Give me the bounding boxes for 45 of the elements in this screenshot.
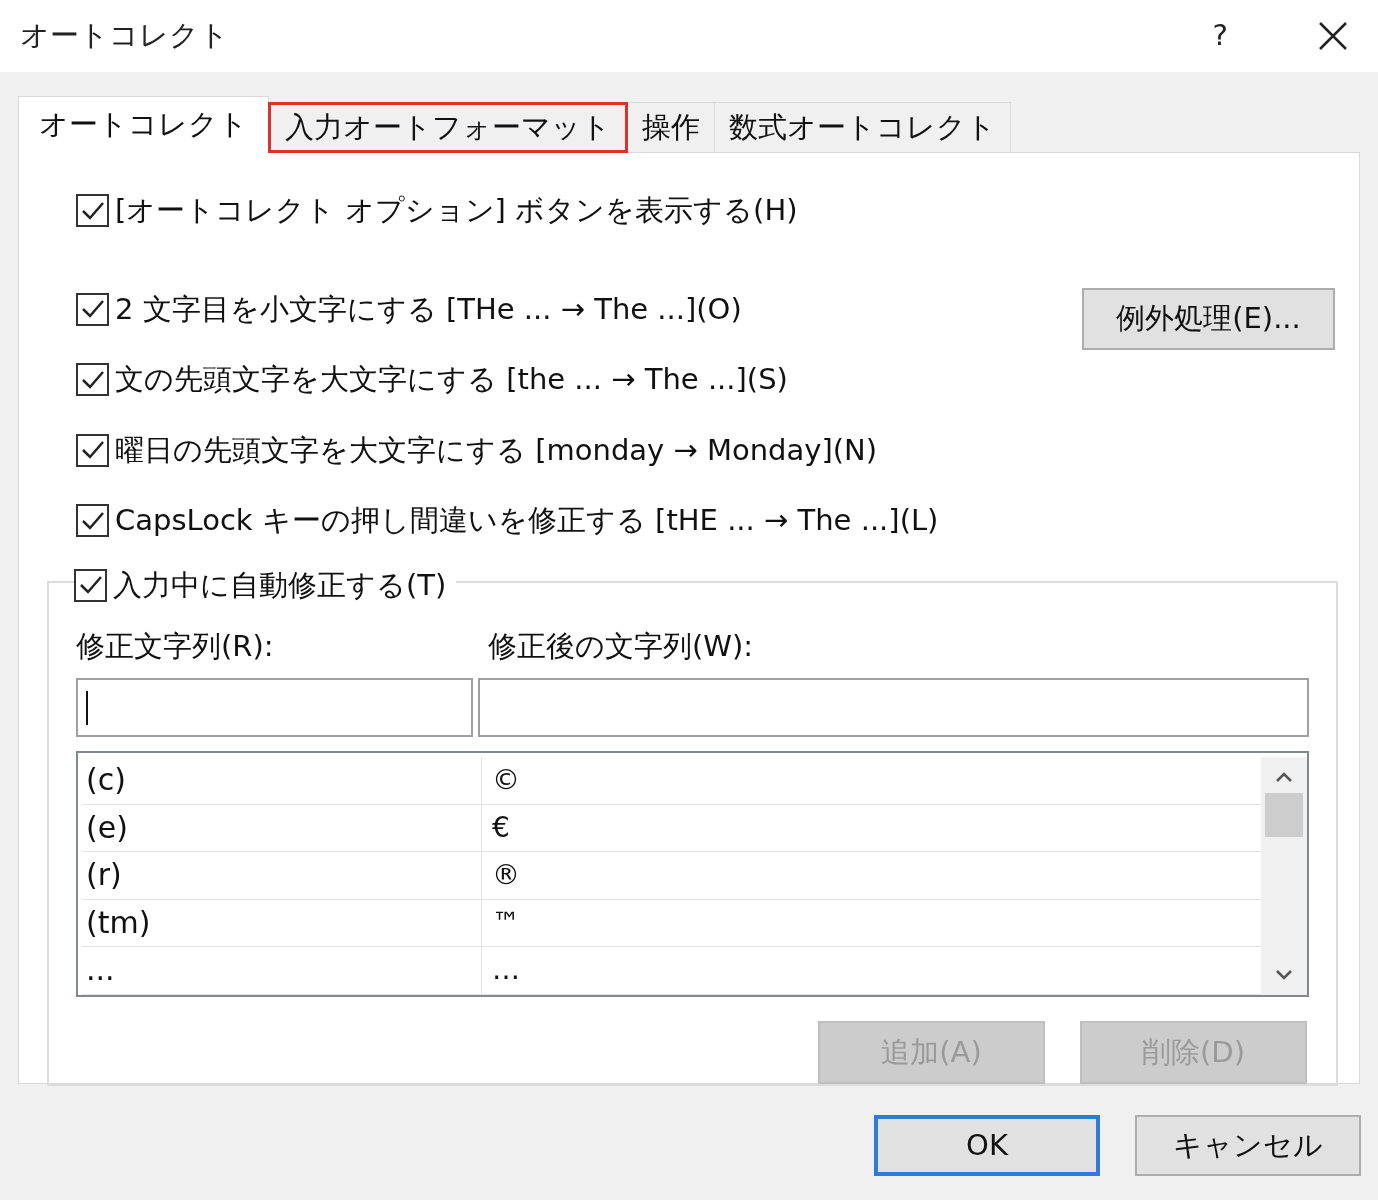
- checkbox[interactable]: [76, 363, 109, 397]
- tab[interactable]: 数式オートコレクト: [714, 102, 1011, 153]
- option-label: [オートコレクト オプション] ボタンを表示する(H): [115, 192, 798, 229]
- dialog-button[interactable]: キャンセル: [1135, 1115, 1361, 1176]
- scrollbar-thumb[interactable]: [1265, 793, 1303, 837]
- checkmark-icon: [80, 200, 105, 221]
- scrollbar[interactable]: [1261, 757, 1307, 995]
- input-field[interactable]: [76, 678, 473, 737]
- field-label: 修正後の文字列(W):: [488, 627, 754, 665]
- table-cell: (c): [82, 757, 482, 804]
- table-cell-text: ™: [491, 904, 521, 941]
- option-label: 文の先頭文字を大文字にする [the ... → The ...](S): [115, 361, 788, 398]
- close-icon[interactable]: [1318, 21, 1348, 51]
- table-cell-text: …: [491, 952, 521, 989]
- checkmark-icon: [80, 440, 105, 461]
- option-label: 曜日の先頭文字を大文字にする [monday → Monday](N): [115, 431, 878, 469]
- dialog-button[interactable]: OK: [874, 1115, 1100, 1176]
- field-label: 修正文字列(R):: [76, 627, 275, 665]
- help-button[interactable]: ?: [1212, 14, 1228, 58]
- table-cell-text: ©: [491, 762, 521, 798]
- checkbox[interactable]: [76, 194, 109, 228]
- chevron-down-icon[interactable]: [1275, 969, 1293, 981]
- checkbox[interactable]: [74, 568, 107, 602]
- table-cell: (e): [82, 804, 482, 852]
- option-label: 2 文字目を小文字にする [THe ... → The ...](O): [115, 290, 742, 328]
- tab[interactable]: オートコレクト: [18, 96, 269, 153]
- table-cell-text: €: [491, 809, 511, 846]
- window-title: オートコレクト: [20, 17, 229, 55]
- checkbox[interactable]: [76, 504, 109, 538]
- checkmark-icon: [80, 510, 105, 531]
- checkmark-icon: [80, 299, 105, 320]
- checkmark-icon: [78, 575, 103, 596]
- checkbox[interactable]: [76, 292, 109, 326]
- tab[interactable]: 入力オートフォーマット: [268, 102, 628, 153]
- chevron-up-icon[interactable]: [1275, 771, 1293, 783]
- input-field[interactable]: [478, 678, 1309, 737]
- table-cell-text: ®: [491, 857, 521, 894]
- table-cell: (r): [82, 852, 482, 899]
- table-cell: ...: [82, 947, 482, 994]
- checkmark-icon: [80, 369, 105, 390]
- checkbox[interactable]: [76, 433, 109, 467]
- table-cell: (tm): [82, 899, 482, 947]
- option-label: 入力中に自動修正する(T): [113, 566, 447, 604]
- option-label: CapsLock キーの押し間違いを修正する [tHE ... → The ...](L): [115, 502, 939, 539]
- exceptions-button[interactable]: 例外処理(E)...: [1082, 287, 1335, 350]
